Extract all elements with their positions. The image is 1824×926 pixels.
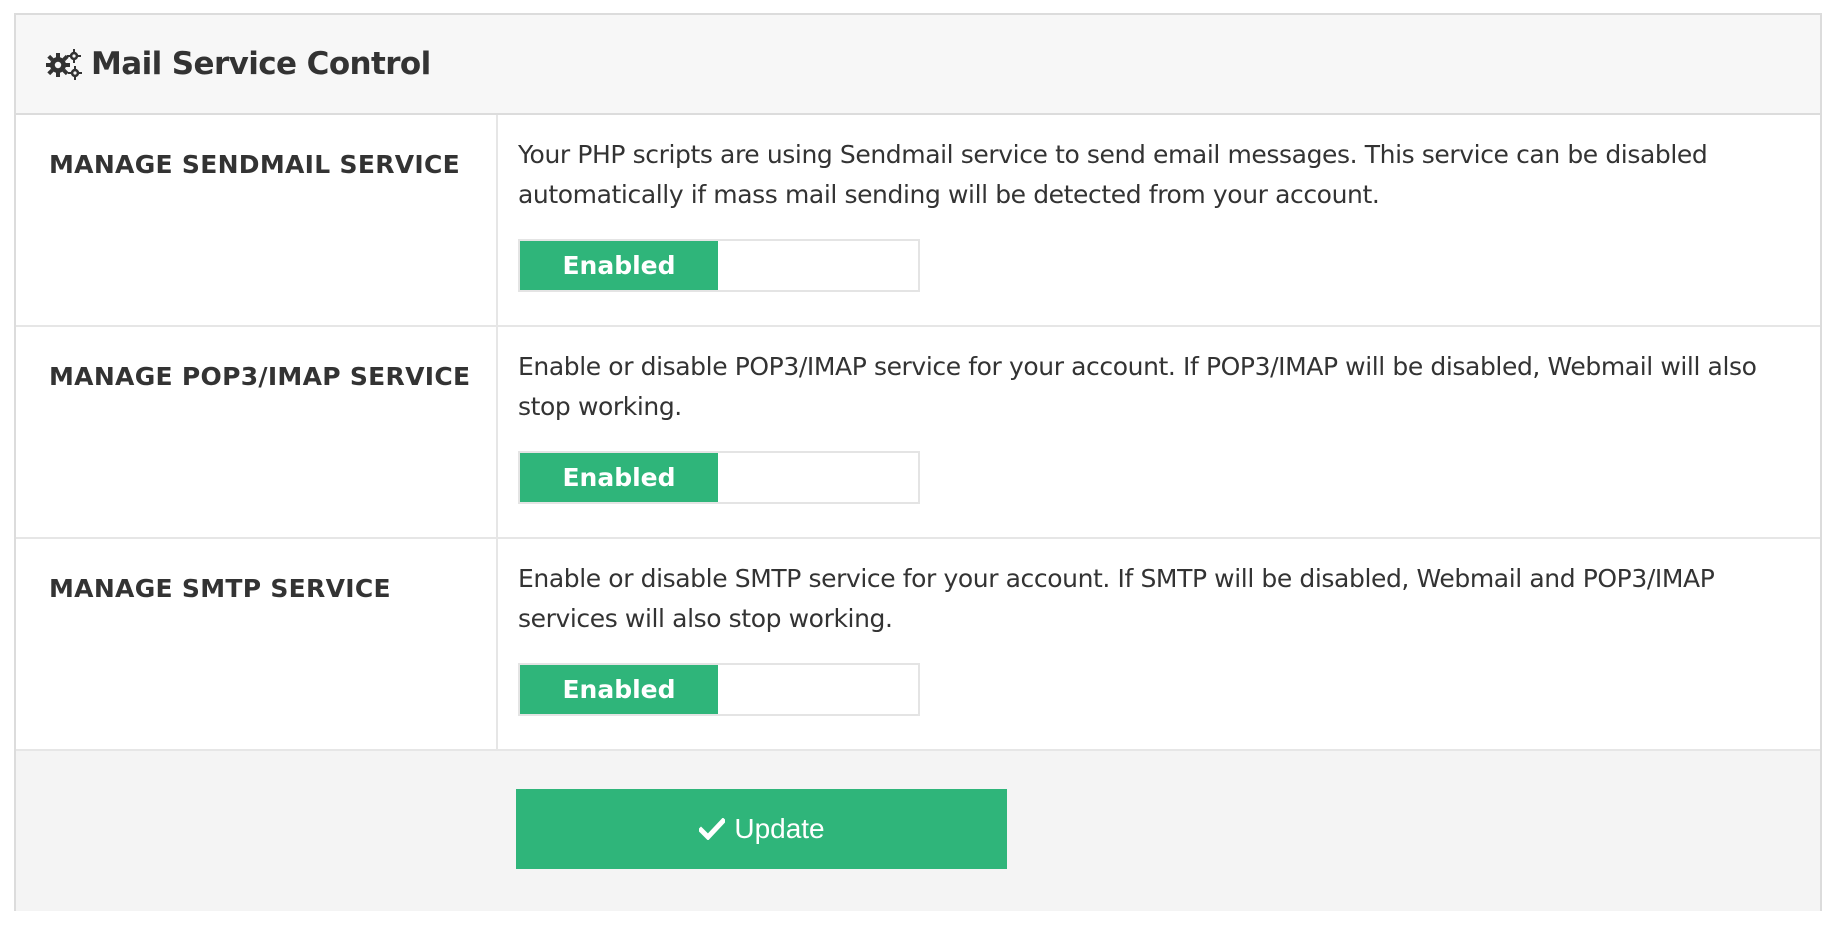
mail-service-panel: Mail Service Control MANAGE SENDMAIL SER… [14, 13, 1822, 911]
service-row-sendmail: MANAGE SENDMAIL SERVICE Your PHP scripts… [16, 115, 1820, 327]
pop3-imap-toggle[interactable]: Enabled [518, 451, 920, 504]
sendmail-toggle[interactable]: Enabled [518, 239, 920, 292]
toggle-enabled-label[interactable]: Enabled [520, 241, 718, 290]
service-label-cell: MANAGE SENDMAIL SERVICE [16, 115, 498, 325]
toggle-enabled-label[interactable]: Enabled [520, 665, 718, 714]
panel-footer: Update [16, 751, 1820, 911]
service-label-cell: MANAGE POP3/IMAP SERVICE [16, 327, 498, 537]
toggle-off-area[interactable] [718, 241, 918, 290]
gears-icon [46, 46, 82, 82]
update-button[interactable]: Update [516, 789, 1007, 869]
service-row-pop3-imap: MANAGE POP3/IMAP SERVICE Enable or disab… [16, 327, 1820, 539]
service-content-cell: Enable or disable POP3/IMAP service for … [498, 327, 1820, 537]
update-button-label: Update [734, 813, 825, 844]
check-icon [698, 815, 726, 843]
service-label-pop3-imap: MANAGE POP3/IMAP SERVICE [49, 362, 471, 391]
service-content-cell: Enable or disable SMTP service for your … [498, 539, 1820, 749]
toggle-off-area[interactable] [718, 665, 918, 714]
service-label-smtp: MANAGE SMTP SERVICE [49, 574, 391, 603]
service-label-sendmail: MANAGE SENDMAIL SERVICE [49, 150, 461, 179]
panel-header: Mail Service Control [16, 15, 1820, 115]
service-description-smtp: Enable or disable SMTP service for your … [518, 564, 1715, 633]
toggle-enabled-label[interactable]: Enabled [520, 453, 718, 502]
service-content-cell: Your PHP scripts are using Sendmail serv… [498, 115, 1820, 325]
service-label-cell: MANAGE SMTP SERVICE [16, 539, 498, 749]
service-description-pop3-imap: Enable or disable POP3/IMAP service for … [518, 352, 1757, 421]
panel-title: Mail Service Control [91, 46, 431, 82]
service-description-sendmail: Your PHP scripts are using Sendmail serv… [518, 140, 1708, 209]
smtp-toggle[interactable]: Enabled [518, 663, 920, 716]
toggle-off-area[interactable] [718, 453, 918, 502]
service-row-smtp: MANAGE SMTP SERVICE Enable or disable SM… [16, 539, 1820, 751]
